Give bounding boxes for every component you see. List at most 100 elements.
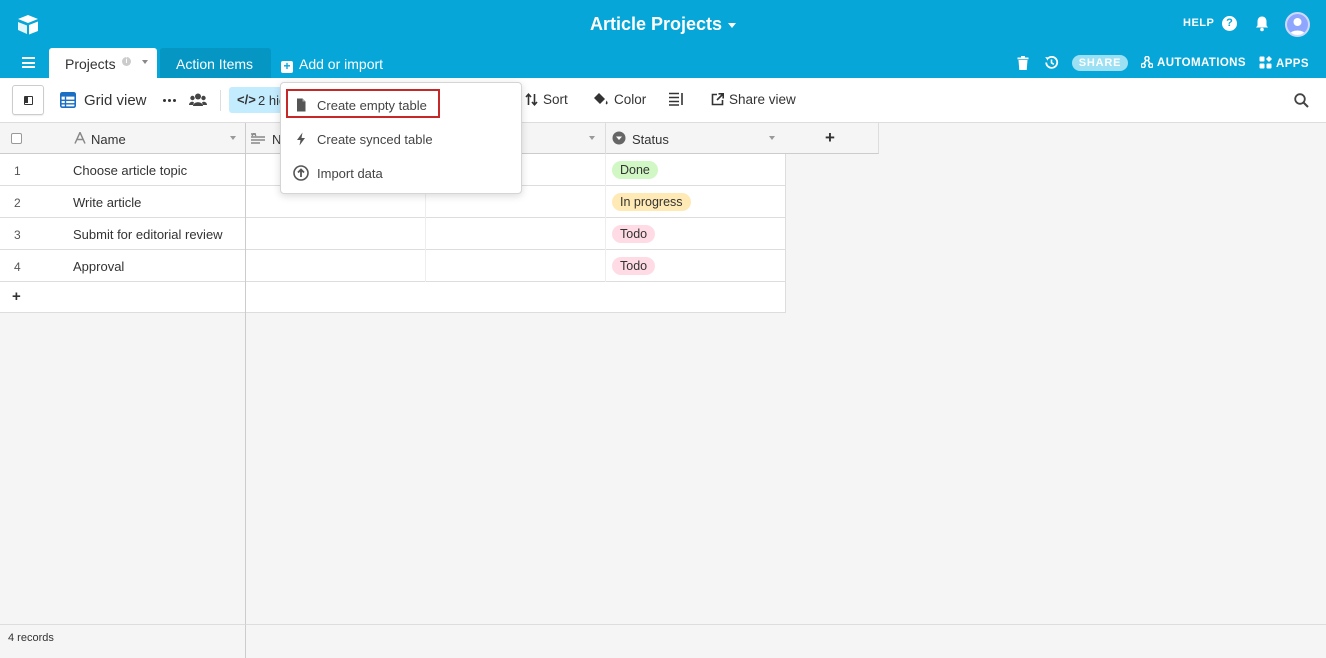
caret-down-icon[interactable] [142,60,148,64]
share-button[interactable]: SHARE [1072,55,1128,71]
automations-label: AUTOMATIONS [1157,57,1246,69]
trash-icon[interactable] [1017,56,1029,70]
grid-view-icon[interactable] [60,92,76,108]
color-label: Color [614,92,647,107]
caret-down-icon[interactable] [230,136,236,140]
row-number: 4 [14,260,21,274]
apps-label: APPS [1276,58,1309,70]
tab-action-items[interactable]: Action Items [160,48,271,78]
plus-square-icon: + [281,60,293,73]
add-field-button[interactable]: + [785,123,879,154]
caret-down-icon[interactable] [769,136,775,140]
highlight-box [286,89,440,118]
toolbar-divider [220,90,221,111]
tab-projects-label: Projects [65,56,116,72]
plus-icon: + [12,288,21,305]
search-icon[interactable] [1294,93,1309,108]
row-name-cell[interactable]: Write article [73,195,141,210]
table-row[interactable]: Todo [246,218,786,250]
base-title[interactable]: Article Projects [0,14,1326,35]
sort-button[interactable]: Sort [525,92,568,107]
column-header-status[interactable]: Status [606,123,786,154]
sort-label: Sort [543,92,568,107]
upload-circle-icon [293,165,309,181]
row-name-cell[interactable]: Submit for editorial review [73,227,223,242]
single-select-icon [612,131,626,145]
table-row[interactable]: 3 Submit for editorial review [0,218,245,250]
status-cell[interactable]: Done [606,154,786,186]
row-number: 1 [14,164,21,178]
sidebar-icon [24,96,33,105]
table-row[interactable]: Todo [246,250,786,282]
status-badge: Done [612,161,658,179]
paint-bucket-icon [594,93,608,105]
column-header-name[interactable]: Name [64,123,245,154]
automations-button[interactable]: AUTOMATIONS [1141,56,1246,69]
menu-item-import-data[interactable]: Import data [287,158,515,188]
view-name[interactable]: Grid view [84,92,147,109]
help-icon[interactable]: ? [1222,16,1237,31]
tab-projects[interactable]: Projects i [49,48,157,78]
lightning-icon [297,132,305,146]
row-height-icon [669,92,683,106]
notes-cell[interactable] [246,250,426,282]
hidden-fields-button[interactable]: </> 2 hidden fields [229,87,287,113]
share-external-icon [711,93,724,106]
table-row[interactable]: 1 Choose article topic [0,154,245,186]
grid-primary-pane: Name 1 Choose article topic 2 Write arti… [0,123,246,658]
info-icon[interactable]: i [122,57,131,66]
table-tab-bar: Projects i Action Items + Add or import S… [0,48,1326,78]
airtable-logo-icon[interactable] [16,12,40,36]
grid-header-row: Name [0,123,245,154]
table-row[interactable]: 2 Write article [0,186,245,218]
share-view-label: Share view [729,92,796,107]
user-icon [1289,18,1306,35]
apps-icon [1259,56,1272,69]
view-toolbar: Grid view </> 2 hidden fields Sort Color [0,78,1326,123]
hide-fields-icon: </> [237,92,256,107]
status-badge: Todo [612,225,656,243]
history-icon[interactable] [1044,55,1059,70]
more-options-icon[interactable] [163,99,178,102]
long-text-icon [251,133,265,144]
notes-cell[interactable] [246,218,426,250]
share-view-button[interactable]: Share view [711,92,796,107]
row-name-cell[interactable]: Approval [73,259,124,274]
hamburger-menu-icon[interactable] [22,57,35,68]
grid-footer-summary [246,624,1326,658]
avatar[interactable] [1285,12,1310,37]
add-row-area[interactable] [246,282,786,313]
assignee-cell[interactable] [426,218,606,250]
row-name-cell[interactable]: Choose article topic [73,163,187,178]
tab-action-items-label: Action Items [176,56,254,72]
add-or-import-button[interactable]: + Add or import [281,56,383,73]
record-count: 4 records [8,632,54,644]
sort-icon [525,93,538,106]
status-badge: Todo [612,257,656,275]
status-cell[interactable]: In progress [606,186,786,218]
select-all-checkbox[interactable] [11,133,22,144]
apps-button[interactable]: APPS [1259,56,1309,70]
automations-icon [1141,56,1153,68]
status-cell[interactable]: Todo [606,250,786,282]
top-header: Article Projects HELP ? [0,0,1326,48]
status-cell[interactable]: Todo [606,218,786,250]
grid-data-pane: N s Status + Done In progress [246,123,1326,658]
assignee-cell[interactable] [426,250,606,282]
caret-down-icon[interactable] [589,136,595,140]
column-header-name-label: Name [91,132,126,147]
row-number: 3 [14,228,21,242]
column-header-status-label: Status [632,132,669,147]
menu-item-label: Create synced table [317,132,433,147]
sidebar-toggle-button[interactable] [12,85,44,115]
row-height-button[interactable] [669,92,689,107]
base-title-text[interactable]: Article Projects [590,14,722,34]
add-row-button[interactable]: + [0,282,245,313]
menu-item-create-synced-table[interactable]: Create synced table [287,124,515,154]
collaborators-icon[interactable] [189,92,207,107]
help-label[interactable]: HELP [1183,17,1214,29]
color-button[interactable]: Color [593,92,646,107]
table-row[interactable]: 4 Approval [0,250,245,282]
caret-down-icon[interactable] [728,22,737,28]
bell-icon[interactable] [1254,15,1270,32]
